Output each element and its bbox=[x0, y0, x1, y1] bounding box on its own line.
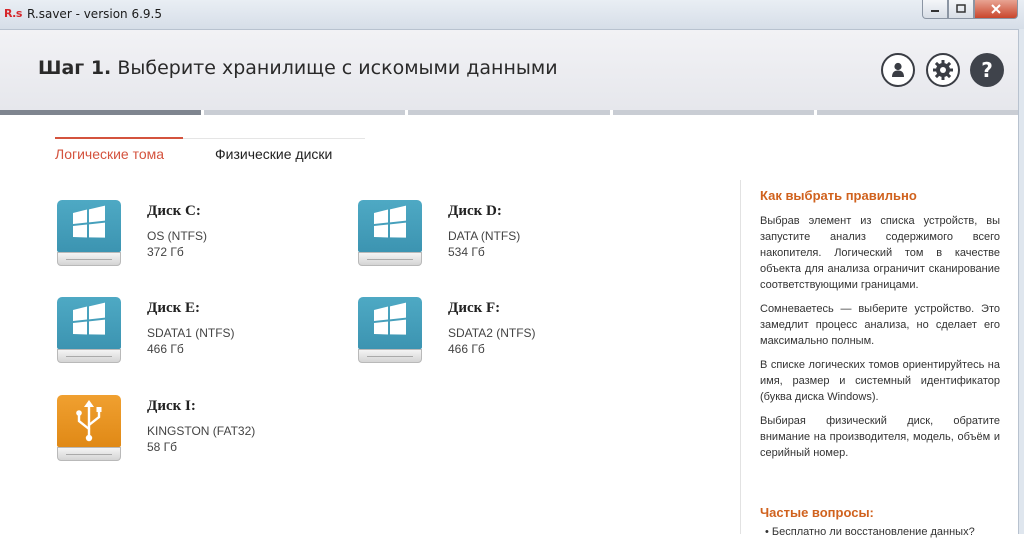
usb-drive-icon bbox=[57, 395, 121, 463]
help-section: Как выбрать правильно Выбрав элемент из … bbox=[760, 188, 1000, 469]
maximize-button[interactable] bbox=[948, 0, 974, 19]
disk-item-d[interactable]: Диск D: DATA (NTFS) 534 Гб bbox=[358, 200, 618, 270]
step-text: Выберите хранилище с искомыми данными bbox=[117, 57, 558, 79]
disk-size: 372 Гб bbox=[147, 245, 184, 259]
app-icon: R.s bbox=[4, 7, 22, 20]
disk-name: Диск D: bbox=[448, 203, 502, 219]
disk-size: 58 Гб bbox=[147, 440, 178, 454]
windows-drive-icon bbox=[358, 200, 422, 268]
help-paragraph: Выбирая физический диск, обратите вниман… bbox=[760, 415, 1000, 459]
gear-icon bbox=[933, 60, 953, 80]
maximize-icon bbox=[956, 4, 966, 13]
help-sidebar: Как выбрать правильно Выбрав элемент из … bbox=[740, 180, 1019, 538]
help-paragraph: Сомневаетесь — выберите устройство. Это … bbox=[760, 303, 1000, 347]
disk-size: 466 Гб bbox=[147, 342, 184, 356]
tab-physical-disks[interactable]: Физические диски bbox=[215, 146, 332, 162]
page-title: Шаг 1. Выберите хранилище с искомыми дан… bbox=[38, 57, 558, 79]
windows-drive-icon bbox=[57, 200, 121, 268]
disk-filesystem: KINGSTON (FAT32) bbox=[147, 424, 256, 438]
disk-filesystem: OS (NTFS) bbox=[147, 229, 207, 243]
disk-item-i[interactable]: Диск I: KINGSTON (FAT32) 58 Гб bbox=[57, 395, 317, 465]
disk-item-f[interactable]: Диск F: SDATA2 (NTFS) 466 Гб bbox=[358, 297, 618, 367]
progress-step bbox=[0, 110, 205, 115]
progress-step bbox=[613, 110, 817, 115]
progress-step bbox=[408, 110, 613, 115]
help-paragraph: Выбрав элемент из списка устройств, вы з… bbox=[760, 215, 1000, 291]
step-progress bbox=[0, 110, 1018, 115]
disk-name: Диск I: bbox=[147, 398, 196, 414]
close-button[interactable] bbox=[974, 0, 1018, 19]
step-label: Шаг 1. bbox=[38, 57, 112, 79]
window-title: R.saver - version 6.9.5 bbox=[27, 7, 163, 21]
disk-name: Диск E: bbox=[147, 300, 201, 316]
user-icon bbox=[892, 62, 904, 77]
header: Шаг 1. Выберите хранилище с искомыми дан… bbox=[0, 30, 1018, 110]
tab-logical-volumes[interactable]: Логические тома bbox=[55, 137, 184, 162]
disk-item-c[interactable]: Диск C: OS (NTFS) 372 Гб bbox=[57, 200, 317, 270]
disk-filesystem: SDATA2 (NTFS) bbox=[448, 326, 536, 340]
disk-filesystem: SDATA1 (NTFS) bbox=[147, 326, 235, 340]
account-button[interactable] bbox=[881, 53, 915, 87]
help-paragraph: В списке логических томов ориентируйтесь… bbox=[760, 359, 1000, 403]
help-title: Как выбрать правильно bbox=[760, 188, 917, 203]
settings-button[interactable] bbox=[926, 53, 960, 87]
faq-title: Частые вопросы: bbox=[760, 505, 874, 520]
progress-step bbox=[817, 110, 1018, 115]
help-button[interactable]: ? bbox=[970, 53, 1004, 87]
faq-link-text: Бесплатно ли восстановление данных? bbox=[771, 526, 975, 538]
disk-item-e[interactable]: Диск E: SDATA1 (NTFS) 466 Гб bbox=[57, 297, 317, 367]
minimize-icon bbox=[931, 10, 939, 12]
faq-link[interactable]: • Бесплатно ли восстановление данных? bbox=[765, 526, 1005, 538]
window-controls bbox=[922, 0, 1018, 20]
disk-size: 534 Гб bbox=[448, 245, 485, 259]
disk-name: Диск C: bbox=[147, 203, 201, 219]
title-bar: R.s R.saver - version 6.9.5 bbox=[0, 0, 1024, 30]
close-icon bbox=[991, 4, 1001, 14]
minimize-button[interactable] bbox=[922, 0, 948, 19]
help-icon: ? bbox=[981, 58, 993, 82]
disk-name: Диск F: bbox=[448, 300, 501, 316]
disk-filesystem: DATA (NTFS) bbox=[448, 229, 521, 243]
windows-drive-icon bbox=[57, 297, 121, 365]
windows-drive-icon bbox=[358, 297, 422, 365]
disk-size: 466 Гб bbox=[448, 342, 485, 356]
progress-step bbox=[204, 110, 409, 115]
